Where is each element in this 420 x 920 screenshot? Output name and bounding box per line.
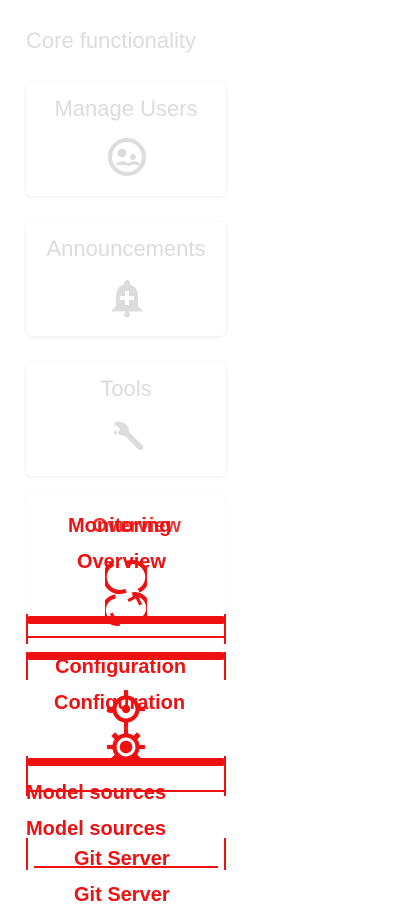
overlay-bar	[26, 616, 226, 624]
overlay-edge	[224, 614, 226, 644]
overlay-edge	[26, 614, 28, 644]
announcements-label: Announcements	[46, 236, 206, 261]
overlay-edge	[26, 652, 28, 680]
announcements-card[interactable]: Announcements	[26, 222, 226, 336]
overlay-edge	[26, 838, 28, 870]
git-server-label: Git Server	[74, 848, 170, 870]
tools-card[interactable]: Tools	[26, 362, 226, 476]
overview-label-ghost: Overview	[92, 515, 181, 537]
core-functionality-panel: Core functionality Manage Users Announce…	[0, 0, 420, 920]
overlay-edge	[224, 838, 226, 870]
wrench-icon	[106, 416, 148, 458]
bell-plus-icon	[106, 276, 148, 318]
git-server-sub-label: Git Server	[74, 884, 170, 906]
manage-users-card[interactable]: Manage Users	[26, 82, 226, 196]
model-sources-label: Model sources	[26, 782, 167, 804]
face-icon	[106, 136, 148, 178]
overlay-bar	[26, 758, 226, 766]
model-sources-label: Model sources	[26, 818, 167, 840]
sync-icon	[105, 556, 147, 595]
section-title: Core functionality	[26, 28, 196, 53]
overlay-edge	[224, 756, 226, 796]
overlay-edge	[224, 652, 226, 680]
gear-icon	[105, 688, 145, 728]
overlay-edge	[26, 756, 28, 796]
configuration-label: Configuration	[55, 656, 187, 678]
manage-users-label: Manage Users	[54, 96, 198, 121]
overlay-divider	[26, 636, 226, 638]
tools-label: Tools	[100, 376, 152, 401]
